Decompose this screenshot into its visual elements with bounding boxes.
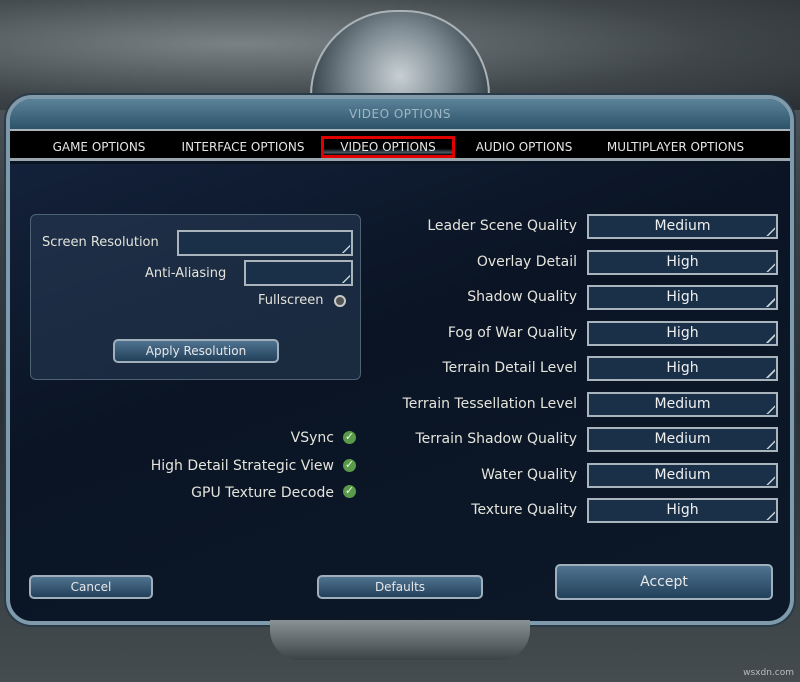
terrain-tessellation-level-dropdown[interactable]: Medium	[587, 391, 778, 417]
gpu-texture-decode-checkbox[interactable]: ✓	[343, 485, 356, 498]
water-quality-label: Water Quality	[481, 466, 577, 483]
bottom-ornament	[270, 620, 530, 660]
fullscreen-label: Fullscreen	[258, 293, 324, 308]
high-detail-strategic-view-label: High Detail Strategic View	[150, 458, 334, 474]
tab-bar: GAME OPTIONS INTERFACE OPTIONS VIDEO OPT…	[10, 129, 790, 161]
cancel-button[interactable]: Cancel	[29, 575, 153, 599]
texture-quality-dropdown[interactable]: High	[587, 498, 778, 523]
screen-resolution-label: Screen Resolution	[42, 235, 159, 250]
fullscreen-checkbox[interactable]	[334, 295, 346, 307]
watermark: wsxdn.com	[743, 668, 794, 678]
overlay-detail-dropdown[interactable]: High	[587, 249, 778, 275]
leader-scene-quality-label: Leader Scene Quality	[427, 218, 577, 234]
gpu-texture-decode-label: GPU Texture Decode	[191, 485, 334, 501]
terrain-detail-level-label: Terrain Detail Level	[442, 360, 578, 376]
anti-aliasing-dropdown[interactable]	[244, 260, 353, 286]
terrain-detail-level-dropdown[interactable]: High	[587, 356, 778, 381]
tab-audio-options[interactable]: AUDIO OPTIONS	[465, 136, 583, 158]
high-detail-strategic-view-checkbox[interactable]: ✓	[343, 459, 356, 472]
dialog-title: VIDEO OPTIONS	[10, 99, 790, 129]
terrain-shadow-quality-dropdown[interactable]: Medium	[587, 427, 778, 452]
tab-interface-options[interactable]: INTERFACE OPTIONS	[173, 136, 313, 158]
accept-button[interactable]: Accept	[555, 564, 773, 600]
leader-scene-quality-dropdown[interactable]: Medium	[587, 214, 778, 239]
texture-quality-label: Texture Quality	[471, 502, 577, 518]
overlay-detail-label: Overlay Detail	[476, 253, 577, 270]
shadow-quality-dropdown[interactable]: High	[587, 285, 778, 310]
tab-multiplayer-options[interactable]: MULTIPLAYER OPTIONS	[598, 136, 753, 158]
screen-resolution-dropdown[interactable]	[177, 230, 353, 256]
vsync-label: VSync	[290, 430, 334, 446]
vsync-checkbox[interactable]: ✓	[343, 431, 356, 444]
tab-video-options[interactable]: VIDEO OPTIONS	[321, 136, 455, 158]
terrain-tessellation-level-label: Terrain Tessellation Level	[402, 395, 577, 412]
shadow-quality-label: Shadow Quality	[467, 289, 577, 305]
anti-aliasing-label: Anti-Aliasing	[145, 266, 227, 281]
fog-of-war-quality-dropdown[interactable]: High	[587, 320, 778, 346]
water-quality-dropdown[interactable]: Medium	[587, 462, 778, 488]
apply-resolution-button[interactable]: Apply Resolution	[113, 339, 279, 363]
tab-game-options[interactable]: GAME OPTIONS	[40, 136, 158, 158]
fog-of-war-quality-label: Fog of War Quality	[447, 324, 577, 341]
defaults-button[interactable]: Defaults	[317, 575, 483, 599]
terrain-shadow-quality-label: Terrain Shadow Quality	[415, 431, 577, 447]
